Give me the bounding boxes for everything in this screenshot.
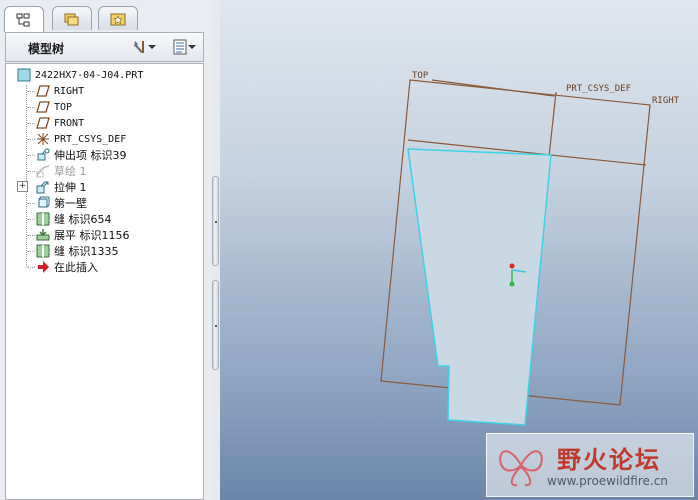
butterfly-logo-icon [499, 450, 543, 487]
tree-root-part[interactable]: 2422HX7-04-J04.PRT [16, 67, 143, 83]
chevron-down-icon [148, 45, 156, 49]
tree-item-unbend[interactable]: 展平 标识1156 [35, 227, 130, 243]
show-menu-button[interactable] [172, 38, 196, 56]
tree-item-first-wall[interactable]: 第一壁 [35, 195, 87, 211]
tree-item-label: 缝 标识1335 [54, 245, 119, 258]
model-tree-header: 模型树 [5, 32, 204, 62]
model-tree: 2422HX7-04-J04.PRT RIGHT TOP FRONT PRT_C… [5, 63, 204, 500]
tree-item-extrude[interactable]: 拉伸 1 [35, 179, 87, 195]
tree-item-sketch[interactable]: 草绘 1 [35, 163, 87, 179]
tree-item-label: RIGHT [54, 85, 85, 97]
datum-plane-icon [35, 100, 51, 114]
tree-item-label: 2422HX7-04-J04.PRT [35, 69, 144, 81]
tools-icon [134, 41, 144, 53]
tree-item-rip-654[interactable]: 缝 标识654 [35, 211, 112, 227]
splitter-grip-upper[interactable] [212, 176, 219, 266]
datum-plane-icon [35, 84, 51, 98]
tree-guide [27, 155, 35, 156]
model-tree-icon [16, 13, 30, 26]
tab-folder-browser[interactable] [52, 6, 92, 30]
tree-item-front[interactable]: FRONT [35, 115, 84, 131]
tree-guide [27, 203, 35, 204]
tree-guide [27, 139, 35, 140]
tree-guide [27, 267, 35, 268]
tree-item-insert-here[interactable]: 在此插入 [35, 259, 98, 275]
tree-item-right[interactable]: RIGHT [35, 83, 84, 99]
extrude-icon [35, 180, 51, 194]
tree-item-label: 草绘 1 [54, 165, 87, 178]
rip-icon [35, 212, 51, 226]
chevron-down-icon [188, 45, 196, 49]
expand-toggle[interactable]: + [17, 181, 28, 192]
datum-plane-icon [35, 116, 51, 130]
tree-guide [27, 251, 35, 252]
coordinate-system-icon [35, 132, 51, 146]
watermark-title: 野火论坛 [557, 446, 661, 474]
datum-label-csys: PRT_CSYS_DEF [566, 84, 631, 94]
tree-item-label: TOP [54, 101, 73, 113]
tree-item-top[interactable]: TOP [35, 99, 72, 115]
folders-icon [64, 13, 79, 25]
settings-menu-button[interactable] [132, 38, 156, 56]
tree-item-label: 拉伸 1 [54, 181, 87, 194]
unbend-icon [35, 228, 51, 242]
protrusion-icon [35, 148, 51, 162]
datum-label-right: RIGHT [652, 96, 680, 106]
sheetmetal-part [407, 148, 552, 426]
panel-splitter[interactable] [211, 0, 220, 500]
tree-item-label: 伸出项 标识39 [54, 149, 127, 162]
navigator-panel: 模型树 2422HX7-04-J04.PRT RIGHT TOP FRONT P… [0, 0, 212, 500]
rip-icon [35, 244, 51, 258]
model-canvas: TOP PRT_CSYS_DEF RIGHT [380, 71, 680, 426]
insert-here-arrow-icon [35, 260, 51, 274]
tree-guide [27, 219, 35, 220]
tab-model-tree[interactable] [4, 6, 44, 32]
list-view-icon [173, 39, 187, 55]
graphics-viewport[interactable]: TOP PRT_CSYS_DEF RIGHT [220, 0, 698, 500]
tree-guide [27, 171, 35, 172]
tree-item-rip-1335[interactable]: 缝 标识1335 [35, 243, 119, 259]
tab-favorites[interactable] [98, 6, 138, 30]
tree-item-protrusion[interactable]: 伸出项 标识39 [35, 147, 127, 163]
forum-watermark: 野火论坛 www.proewildfire.cn [486, 433, 694, 497]
tree-item-csys[interactable]: PRT_CSYS_DEF [35, 131, 126, 147]
watermark-url: www.proewildfire.cn [547, 474, 668, 488]
tree-guide [26, 85, 27, 267]
tree-guide [27, 91, 35, 92]
tree-item-label: 展平 标识1156 [54, 229, 130, 242]
model-tree-title: 模型树 [28, 42, 65, 56]
part-icon [16, 68, 32, 82]
favorites-folder-icon [110, 13, 126, 25]
tree-item-label: 缝 标识654 [54, 213, 112, 226]
splitter-grip-lower[interactable] [212, 280, 219, 370]
datum-top-edge [431, 79, 555, 97]
tree-item-label: 在此插入 [54, 261, 98, 274]
tree-item-label: 第一壁 [54, 197, 87, 210]
tree-guide [27, 123, 35, 124]
tree-item-label: PRT_CSYS_DEF [54, 133, 127, 145]
datum-label-top: TOP [412, 71, 429, 81]
tree-guide [27, 107, 35, 108]
first-wall-icon [35, 196, 51, 210]
sketch-icon [35, 164, 51, 178]
tree-item-label: FRONT [54, 117, 85, 129]
tree-guide [27, 235, 35, 236]
